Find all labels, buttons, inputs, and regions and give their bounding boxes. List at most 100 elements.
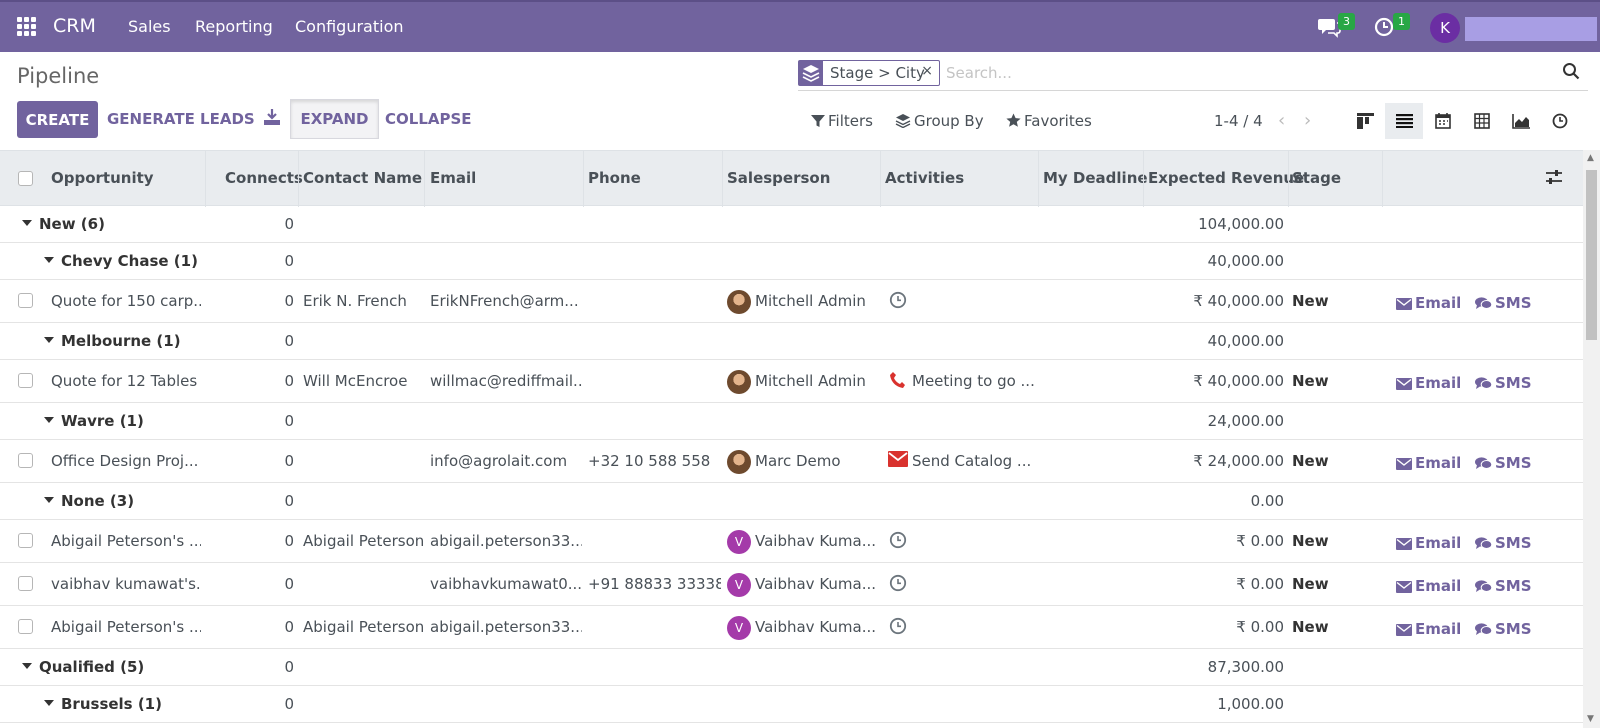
group-header[interactable]: New (6) xyxy=(22,215,105,233)
sms-button[interactable]: SMS xyxy=(1475,454,1532,472)
filters-dropdown[interactable]: Filters xyxy=(811,112,873,130)
clock-icon[interactable] xyxy=(889,574,907,596)
group-by-dropdown[interactable]: Group By xyxy=(895,112,984,130)
comments-icon xyxy=(1475,577,1495,595)
clock-icon[interactable] xyxy=(889,291,907,313)
stage-cell: New xyxy=(1292,532,1329,550)
facet-remove-icon[interactable]: × xyxy=(921,63,933,79)
facet-label: Stage > City xyxy=(830,64,925,82)
table-row[interactable]: Office Design Proj... 0 info@agrolait.com +… xyxy=(0,440,1583,483)
opportunity-cell[interactable]: Quote for 12 Tables xyxy=(51,372,201,390)
graph-view-icon[interactable] xyxy=(1502,103,1540,139)
expand-button[interactable]: EXPAND xyxy=(290,99,379,139)
list-view-icon[interactable] xyxy=(1385,103,1423,139)
opportunity-cell[interactable]: Abigail Peterson's ... xyxy=(51,532,201,550)
phone-icon[interactable] xyxy=(889,371,907,393)
column-connects[interactable]: Connects xyxy=(225,169,303,187)
search-input[interactable] xyxy=(946,61,1506,85)
menu-configuration[interactable]: Configuration xyxy=(295,17,404,36)
group-row[interactable]: Melbourne (1) 0 40,000.00 xyxy=(0,323,1583,360)
group-row[interactable]: Wavre (1) 0 24,000.00 xyxy=(0,403,1583,440)
opportunity-cell[interactable]: Abigail Peterson's ... xyxy=(51,618,201,636)
table-row[interactable]: Abigail Peterson's ... 0 Abigail Peterson a… xyxy=(0,606,1583,649)
column-contact-name[interactable]: Contact Name xyxy=(303,169,422,187)
column-phone[interactable]: Phone xyxy=(588,169,641,187)
collapse-button[interactable]: COLLAPSE xyxy=(385,110,472,128)
column-salesperson[interactable]: Salesperson xyxy=(727,169,830,187)
list-scrollbar[interactable]: ▲ ▼ xyxy=(1583,150,1600,728)
pivot-view-icon[interactable] xyxy=(1463,103,1501,139)
search-icon[interactable] xyxy=(1562,62,1580,80)
group-header[interactable]: Wavre (1) xyxy=(44,412,144,430)
group-header[interactable]: Brussels (1) xyxy=(44,695,162,713)
email-button[interactable]: Email xyxy=(1396,294,1461,312)
user-avatar[interactable]: K xyxy=(1430,13,1460,43)
group-header[interactable]: Melbourne (1) xyxy=(44,332,181,350)
select-all-checkbox[interactable] xyxy=(18,171,33,186)
column-email[interactable]: Email xyxy=(430,169,476,187)
column-activities[interactable]: Activities xyxy=(885,169,964,187)
group-row[interactable]: Qualified (5) 0 87,300.00 xyxy=(0,649,1583,686)
group-header[interactable]: Chevy Chase (1) xyxy=(44,252,198,270)
group-row[interactable]: New (6) 0 104,000.00 xyxy=(0,206,1583,243)
sms-button[interactable]: SMS xyxy=(1475,294,1532,312)
table-row[interactable]: Quote for 150 carp... 0 Erik N. French Erik… xyxy=(0,280,1583,323)
group-header[interactable]: None (3) xyxy=(44,492,134,510)
row-checkbox[interactable] xyxy=(18,533,33,548)
opportunity-cell[interactable]: Quote for 150 carp... xyxy=(51,292,201,310)
download-icon[interactable] xyxy=(263,108,281,126)
sms-button[interactable]: SMS xyxy=(1475,620,1532,638)
generate-leads-button[interactable]: GENERATE LEADS xyxy=(107,110,255,128)
user-name-redacted[interactable] xyxy=(1465,17,1597,41)
connects-cell: 0 xyxy=(284,532,294,550)
table-row[interactable]: Quote for 12 Tables 0 Will McEncroe willmac… xyxy=(0,360,1583,403)
opportunity-cell[interactable]: vaibhav kumawat's... xyxy=(51,575,201,593)
email-button[interactable]: Email xyxy=(1396,454,1461,472)
scrollbar-thumb[interactable] xyxy=(1586,170,1597,340)
pager-value[interactable]: 1-4 / 4 xyxy=(1214,112,1263,130)
calendar-view-icon[interactable] xyxy=(1424,103,1462,139)
group-row[interactable]: Brussels (1) 0 1,000.00 xyxy=(0,686,1583,723)
sms-button[interactable]: SMS xyxy=(1475,534,1532,552)
pager-next-icon[interactable]: › xyxy=(1304,110,1311,131)
envelope-icon[interactable] xyxy=(888,451,908,471)
column-expected-revenue[interactable]: Expected Revenue xyxy=(1148,169,1304,187)
row-checkbox[interactable] xyxy=(18,619,33,634)
group-row[interactable]: None (3) 0 0.00 xyxy=(0,483,1583,520)
opportunity-cell[interactable]: Office Design Proj... xyxy=(51,452,201,470)
sms-button[interactable]: SMS xyxy=(1475,577,1532,595)
activity-view-icon[interactable] xyxy=(1541,103,1579,139)
email-button[interactable]: Email xyxy=(1396,620,1461,638)
email-button[interactable]: Email xyxy=(1396,534,1461,552)
menu-reporting[interactable]: Reporting xyxy=(195,17,273,36)
row-checkbox[interactable] xyxy=(18,373,33,388)
optional-columns-icon[interactable] xyxy=(1545,169,1563,185)
favorites-dropdown[interactable]: Favorites xyxy=(1006,112,1092,130)
column-opportunity[interactable]: Opportunity xyxy=(51,169,154,187)
create-button[interactable]: CREATE xyxy=(17,101,98,138)
email-button[interactable]: Email xyxy=(1396,374,1461,392)
column-my-deadline[interactable]: My Deadline xyxy=(1043,169,1148,187)
sms-button[interactable]: SMS xyxy=(1475,374,1532,392)
row-checkbox[interactable] xyxy=(18,576,33,591)
table-row[interactable]: vaibhav kumawat's... 0 vaibhavkumawat0... +… xyxy=(0,563,1583,606)
row-checkbox[interactable] xyxy=(18,453,33,468)
apps-menu-icon[interactable] xyxy=(17,17,37,37)
salesperson-avatar: V xyxy=(727,573,751,597)
table-row[interactable]: Abigail Peterson's ... 0 Abigail Peterson a… xyxy=(0,520,1583,563)
group-row[interactable]: Chevy Chase (1) 0 40,000.00 xyxy=(0,243,1583,280)
pager-previous-icon[interactable]: ‹ xyxy=(1278,110,1285,131)
search-facet[interactable]: Stage > City × xyxy=(798,60,940,86)
row-checkbox[interactable] xyxy=(18,293,33,308)
column-stage[interactable]: Stage xyxy=(1292,169,1341,187)
clock-icon[interactable] xyxy=(889,617,907,639)
group-title: Wavre (1) xyxy=(61,412,144,430)
group-header[interactable]: Qualified (5) xyxy=(22,658,144,676)
kanban-view-icon[interactable] xyxy=(1346,103,1384,139)
menu-sales[interactable]: Sales xyxy=(128,17,171,36)
clock-icon[interactable] xyxy=(889,531,907,553)
caret-down-icon xyxy=(22,220,32,226)
email-button[interactable]: Email xyxy=(1396,577,1461,595)
app-brand[interactable]: CRM xyxy=(53,15,96,37)
email-button-label: Email xyxy=(1415,454,1462,472)
